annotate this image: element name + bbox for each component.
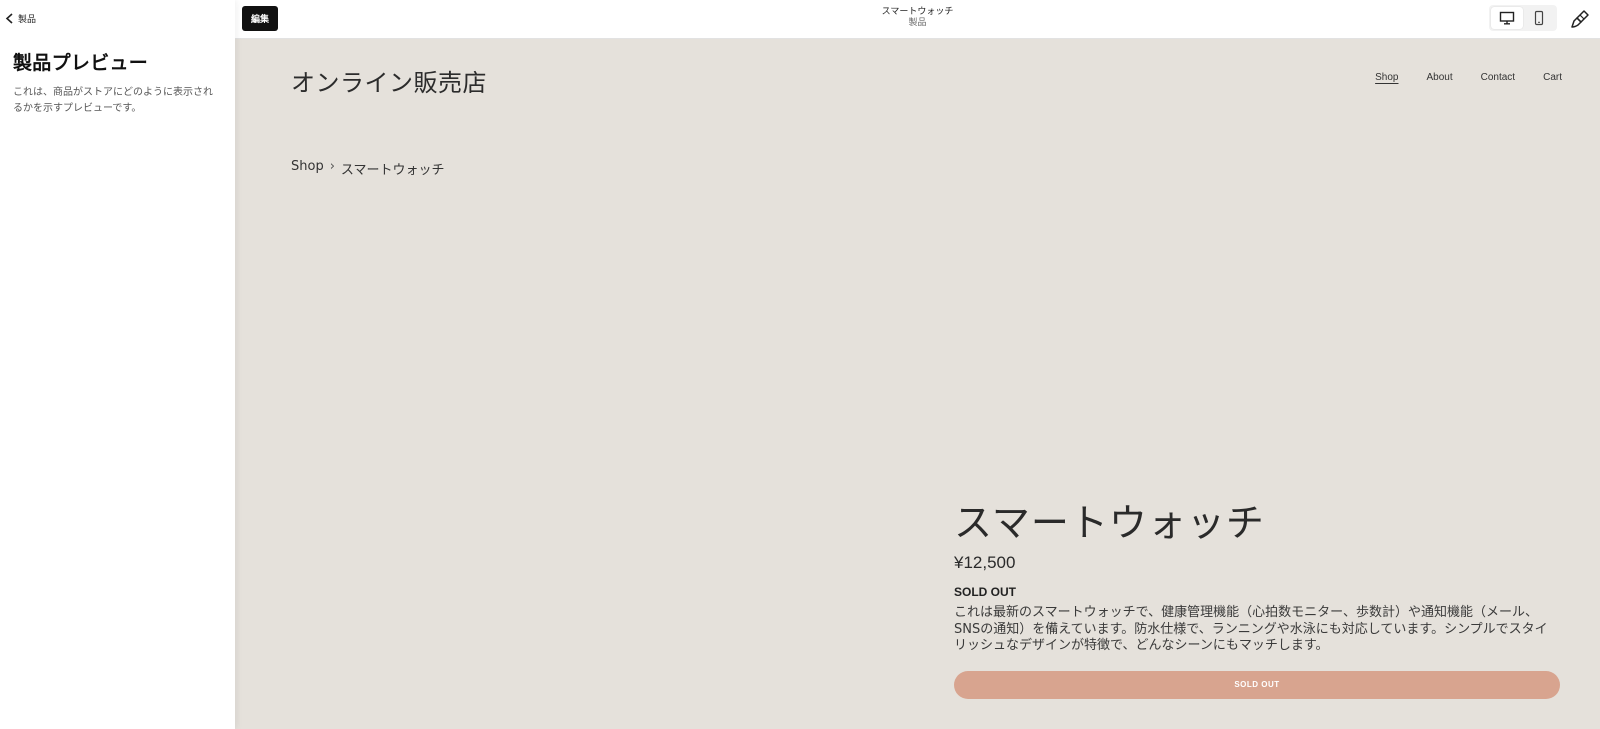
back-link-label: 製品 (18, 15, 37, 25)
breadcrumb-current: スマートウォッチ (340, 163, 445, 178)
product-name: スマートウォッチ (954, 501, 1265, 545)
left-panel: 製品 製品プレビュー これは、商品がストアにどのように表示されるかを示すプレビュ… (0, 0, 235, 729)
nav-shop[interactable]: Shop (1375, 72, 1398, 83)
sold-out-button[interactable]: SOLD OUT (954, 670, 1560, 699)
topbar-title: スマートウォッチ (881, 7, 954, 17)
desktop-view-button[interactable] (1491, 7, 1523, 29)
topbar-subtitle: 製品 (908, 18, 927, 28)
topbar-title-block: スマートウォッチ 製品 (235, 7, 1600, 29)
product-description: これは最新のスマートウォッチで、健康管理機能（心拍数モニター、歩数計）や通知機能… (954, 605, 1548, 653)
breadcrumb: Shop › スマートウォッチ (291, 159, 445, 178)
desktop-icon (1499, 11, 1515, 25)
mobile-view-button[interactable] (1523, 7, 1555, 29)
device-toggle (1489, 5, 1557, 31)
top-bar: 編集 スマートウォッチ 製品 (235, 0, 1600, 39)
product-details: スマートウォッチ ¥12,500 SOLD OUT これは最新のスマートウォッチ… (954, 499, 1560, 699)
site-title[interactable]: オンライン販売店 (291, 63, 487, 98)
nav-cart[interactable]: Cart (1543, 72, 1562, 83)
edit-button[interactable]: 編集 (242, 6, 278, 31)
paintbrush-icon[interactable] (1570, 9, 1590, 29)
site-nav: Shop About Contact Cart (1375, 72, 1562, 83)
product-price: ¥12,500 (954, 553, 1016, 572)
store-preview: オンライン販売店 Shop About Contact Cart Shop › … (235, 39, 1600, 729)
mobile-icon (1534, 10, 1544, 26)
breadcrumb-shop[interactable]: Shop (291, 159, 324, 178)
breadcrumb-separator: › (329, 159, 335, 174)
panel-title: 製品プレビュー (13, 52, 149, 74)
nav-contact[interactable]: Contact (1481, 72, 1515, 83)
back-link[interactable]: 製品 (5, 12, 36, 25)
chevron-left-icon (5, 13, 13, 24)
panel-description: これは、商品がストアにどのように表示されるかを示すプレビューです。 (13, 87, 213, 114)
nav-about[interactable]: About (1426, 72, 1452, 83)
stock-status: SOLD OUT (954, 585, 1016, 599)
